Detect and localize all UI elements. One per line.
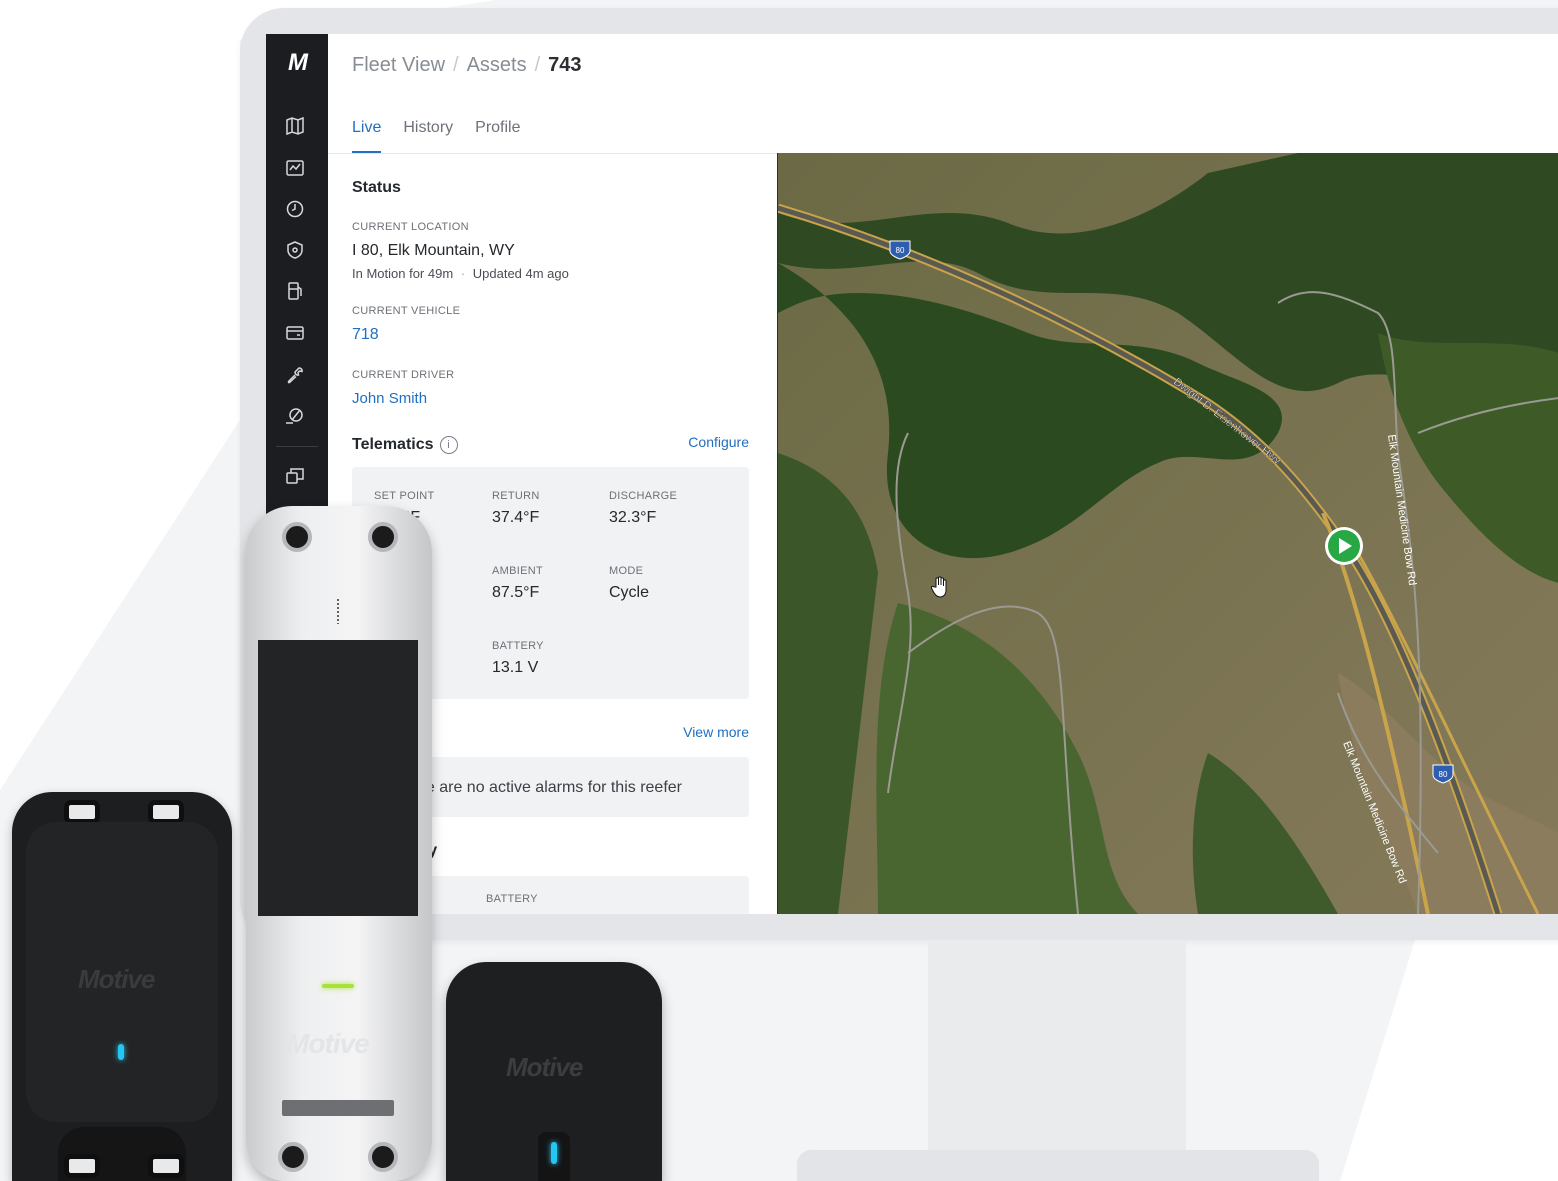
return-value: 37.4°F xyxy=(492,509,540,526)
motive-brand-logo: Motive xyxy=(286,1028,370,1059)
current-driver-link[interactable]: John Smith xyxy=(352,390,427,407)
breadcrumb-fleet-view[interactable]: Fleet View xyxy=(352,54,445,76)
current-driver-label: CURRENT DRIVER xyxy=(352,369,455,381)
tab-profile[interactable]: Profile xyxy=(475,118,520,154)
satellite-map[interactable]: 80 80 Dwight D. Eisenhower Hwy Elk Mount… xyxy=(777,153,1558,914)
return-label: RETURN xyxy=(492,490,540,502)
location-off-icon[interactable] xyxy=(283,404,307,428)
connector xyxy=(282,1100,394,1116)
current-vehicle-link[interactable]: 718 xyxy=(352,326,379,344)
windows-icon[interactable] xyxy=(283,464,307,488)
mount-hole xyxy=(64,1154,100,1178)
set-point-label: SET POINT xyxy=(374,490,435,502)
screw xyxy=(278,1142,308,1172)
breadcrumb: Fleet View / Assets / 743 xyxy=(352,52,582,78)
motion-status: In Motion for 49m · Updated 4m ago xyxy=(352,266,569,281)
info-icon[interactable]: i xyxy=(439,436,458,454)
card-icon[interactable] xyxy=(283,321,307,345)
fuel-icon[interactable] xyxy=(283,279,307,303)
tab-history[interactable]: History xyxy=(403,118,453,154)
svg-text:80: 80 xyxy=(896,246,905,255)
motive-brand-logo: Motive xyxy=(78,964,155,994)
ambient-label: AMBIENT xyxy=(492,565,543,577)
reefer-sensor-device: Motive xyxy=(246,506,432,1181)
speaker-grille xyxy=(336,598,340,624)
current-vehicle-label: CURRENT VEHICLE xyxy=(352,305,461,317)
status-led xyxy=(322,984,354,988)
motive-brand-logo: Motive xyxy=(506,1052,583,1082)
motive-logo[interactable]: M xyxy=(280,50,314,76)
hand-cursor-icon xyxy=(930,576,947,598)
gateway-device: Motive xyxy=(12,792,232,1181)
map-icon[interactable] xyxy=(283,114,307,138)
monitor-base xyxy=(797,1150,1319,1181)
tab-live[interactable]: Live xyxy=(352,118,382,154)
breadcrumb-separator: / xyxy=(534,54,541,76)
screw xyxy=(368,522,398,552)
breadcrumb-separator: / xyxy=(453,54,459,76)
battery-value: 13.1 V xyxy=(492,659,539,676)
svg-text:80: 80 xyxy=(1439,770,1448,779)
current-location-label: CURRENT LOCATION xyxy=(352,221,469,233)
monitor-stand xyxy=(928,940,1186,1150)
breadcrumb-current-asset: 743 xyxy=(548,54,582,76)
dashboard-icon[interactable] xyxy=(283,156,307,180)
asset-tracker-device: Motive xyxy=(446,962,662,1181)
mount-hole xyxy=(148,1154,184,1178)
breadcrumb-assets[interactable]: Assets xyxy=(467,54,527,76)
motion-duration: In Motion for 49m xyxy=(352,266,454,281)
telematics-heading: Telematics i xyxy=(352,436,458,454)
status-heading: Status xyxy=(352,179,401,196)
screw xyxy=(282,522,312,552)
shield-icon[interactable] xyxy=(283,238,307,262)
screw xyxy=(368,1142,398,1172)
mount-hole xyxy=(64,800,100,824)
vehicle-marker-icon[interactable] xyxy=(1323,525,1365,567)
telematics-title: Telematics xyxy=(352,436,434,453)
mode-label: MODE xyxy=(609,565,644,577)
tab-bar: Live History Profile xyxy=(352,118,521,154)
status-led xyxy=(118,1044,124,1060)
device-panel xyxy=(258,640,418,916)
gateway-battery-label: BATTERY xyxy=(486,893,538,905)
current-location-value: I 80, Elk Mountain, WY xyxy=(352,242,515,259)
mode-value: Cycle xyxy=(609,584,650,601)
mount-hole xyxy=(148,800,184,824)
wrench-icon[interactable] xyxy=(283,363,307,387)
dot-separator: · xyxy=(460,266,466,281)
sidebar-divider xyxy=(276,446,318,447)
battery-label: BATTERY xyxy=(492,640,544,652)
app-screen: M Fleet View / Assets / 743 Live History P… xyxy=(266,34,1558,914)
discharge-label: DISCHARGE xyxy=(609,490,678,502)
discharge-value: 32.3°F xyxy=(609,509,657,526)
map-imagery: 80 80 Dwight D. Eisenhower Hwy Elk Mount… xyxy=(778,153,1558,914)
ambient-value: 87.5°F xyxy=(492,584,540,601)
view-more-link[interactable]: View more xyxy=(683,724,749,740)
updated-time: Updated 4m ago xyxy=(472,266,569,281)
status-led xyxy=(551,1142,557,1164)
configure-link[interactable]: Configure xyxy=(688,434,749,450)
clock-icon[interactable] xyxy=(283,197,307,221)
